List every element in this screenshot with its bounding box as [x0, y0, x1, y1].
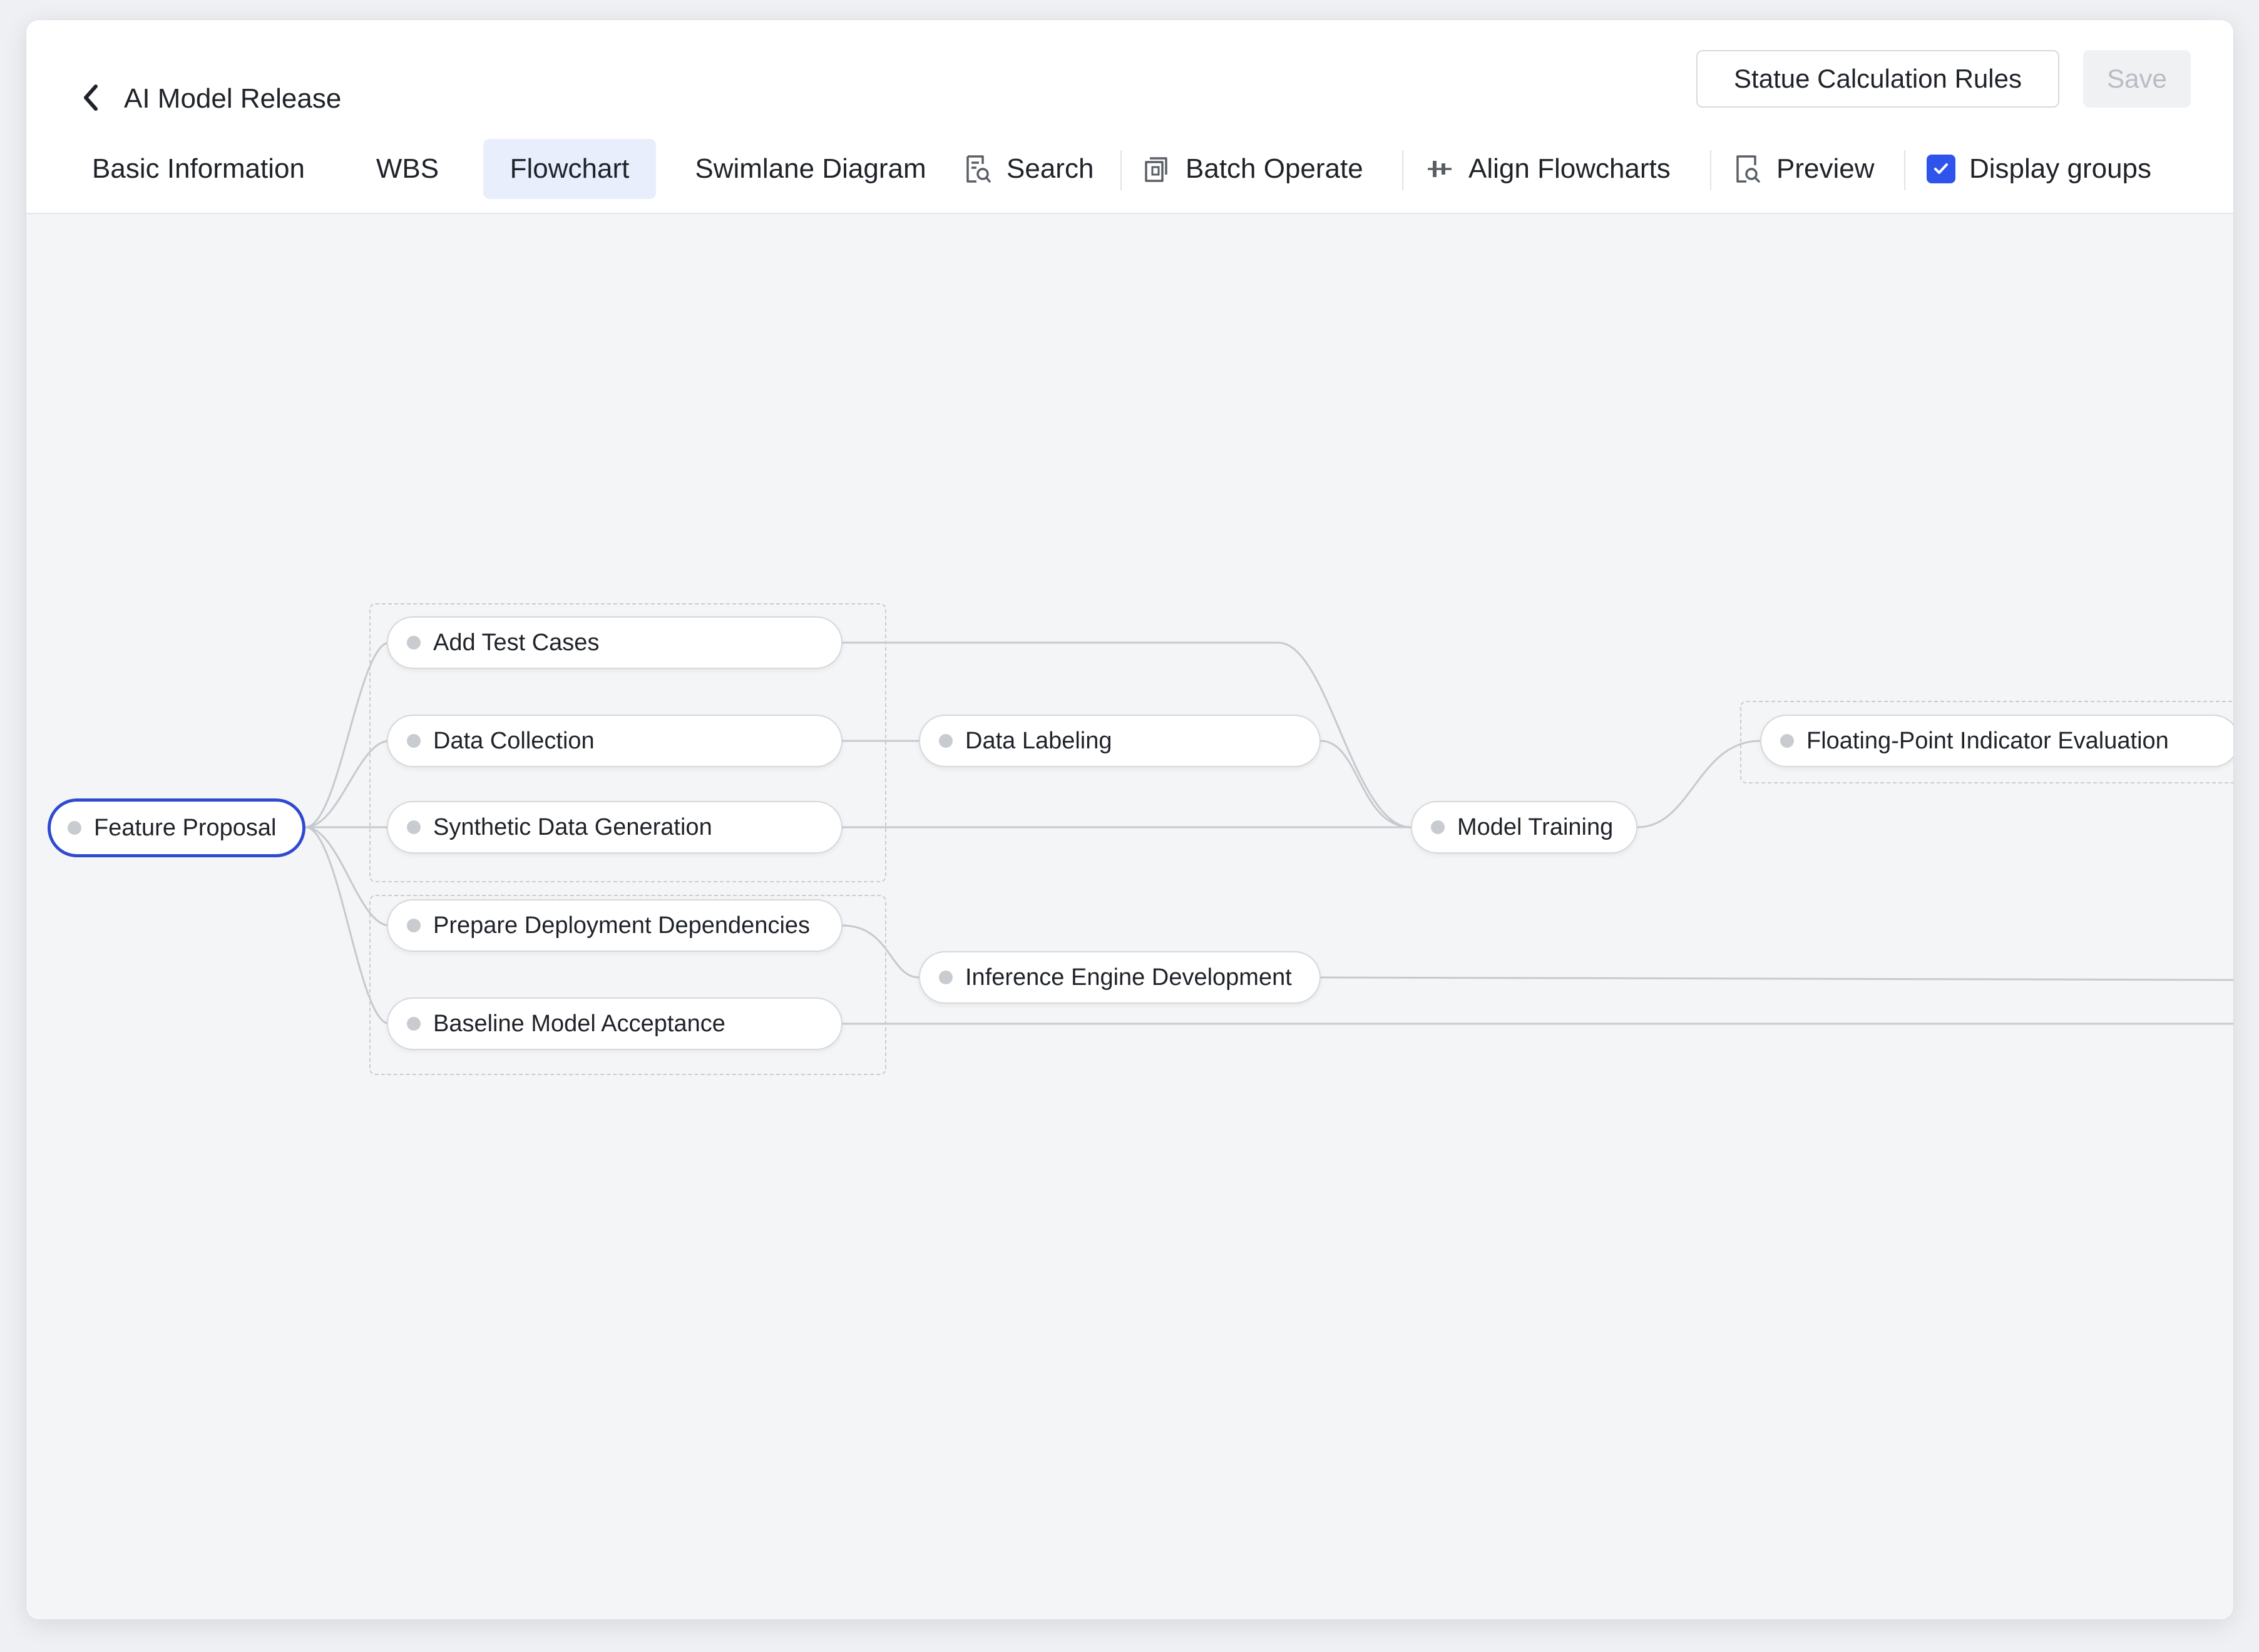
node-label: Add Test Cases: [433, 629, 600, 656]
copy-icon: [1142, 154, 1172, 184]
chevron-left-icon: [84, 84, 98, 111]
page-title: AI Model Release: [124, 83, 342, 114]
node-status-dot: [939, 971, 953, 984]
align-flowcharts-tool[interactable]: Align Flowcharts: [1425, 145, 1671, 193]
node-status-dot: [1780, 734, 1794, 748]
node-model-training[interactable]: Model Training: [1411, 801, 1637, 854]
app-window: AI Model Release Statue Calculation Rule…: [26, 20, 2233, 1619]
flowchart-canvas[interactable]: Feature Proposal Add Test Cases Data Col…: [26, 214, 2233, 1619]
preview-tool[interactable]: Preview: [1733, 145, 1875, 193]
node-label: Data Collection: [433, 727, 595, 754]
node-label: Synthetic Data Generation: [433, 813, 712, 840]
node-data-collection[interactable]: Data Collection: [387, 715, 843, 767]
search-icon: [963, 154, 993, 184]
node-add-test-cases[interactable]: Add Test Cases: [387, 616, 843, 669]
tab-basic-information[interactable]: Basic Information: [92, 139, 305, 199]
preview-icon: [1733, 154, 1763, 184]
node-label: Model Training: [1457, 813, 1614, 840]
node-label: Prepare Deployment Dependencies: [433, 912, 811, 939]
node-status-dot: [1431, 820, 1445, 834]
node-inference-engine-development[interactable]: Inference Engine Development: [919, 951, 1321, 1004]
toolbar-divider: [1402, 150, 1403, 190]
node-feature-proposal[interactable]: Feature Proposal: [48, 798, 305, 857]
edge: [1320, 740, 1411, 829]
node-label: Baseline Model Acceptance: [433, 1010, 725, 1037]
node-label: Inference Engine Development: [965, 964, 1292, 991]
align-flowcharts-label: Align Flowcharts: [1468, 153, 1671, 184]
edge: [1320, 976, 2233, 981]
node-status-dot: [68, 821, 81, 835]
search-tool[interactable]: Search: [963, 145, 1094, 193]
preview-label: Preview: [1776, 153, 1875, 184]
display-groups-toggle[interactable]: Display groups: [1927, 145, 2151, 193]
node-status-dot: [407, 636, 421, 650]
node-status-dot: [407, 919, 421, 932]
node-status-dot: [939, 734, 953, 748]
save-button[interactable]: Save: [2083, 50, 2191, 108]
toolbar-divider: [1904, 150, 1905, 190]
batch-operate-tool[interactable]: Batch Operate: [1142, 145, 1363, 193]
toolbar-divider: [1710, 150, 1711, 190]
node-label: Data Labeling: [965, 727, 1112, 754]
node-status-dot: [407, 820, 421, 834]
node-label: Feature Proposal: [94, 814, 277, 841]
node-baseline-model-acceptance[interactable]: Baseline Model Acceptance: [387, 997, 843, 1050]
search-tool-label: Search: [1007, 153, 1094, 184]
page-header: AI Model Release Statue Calculation Rule…: [26, 20, 2233, 214]
node-prepare-deployment-dependencies[interactable]: Prepare Deployment Dependencies: [387, 899, 843, 952]
node-synthetic-data-generation[interactable]: Synthetic Data Generation: [387, 801, 843, 854]
tab-swimlane-diagram[interactable]: Swimlane Diagram: [690, 139, 931, 199]
tab-flowchart[interactable]: Flowchart: [483, 139, 656, 199]
flowchart-edges: [305, 641, 2233, 1025]
node-status-dot: [407, 734, 421, 748]
node-status-dot: [407, 1017, 421, 1031]
status-calculation-rules-button[interactable]: Statue Calculation Rules: [1696, 50, 2059, 108]
back-button[interactable]: [74, 79, 106, 116]
node-label: Floating-Point Indicator Evaluation: [1806, 727, 2169, 754]
toolbar-divider: [1120, 150, 1122, 190]
display-groups-checkbox[interactable]: [1927, 155, 1955, 183]
display-groups-label: Display groups: [1969, 153, 2152, 184]
align-icon: [1425, 154, 1455, 184]
batch-operate-label: Batch Operate: [1186, 153, 1363, 184]
tab-wbs[interactable]: WBS: [374, 139, 441, 199]
node-floating-point-indicator-evaluation[interactable]: Floating-Point Indicator Evaluation: [1760, 715, 2233, 767]
node-data-labeling[interactable]: Data Labeling: [919, 715, 1321, 767]
check-icon: [1934, 163, 1948, 174]
